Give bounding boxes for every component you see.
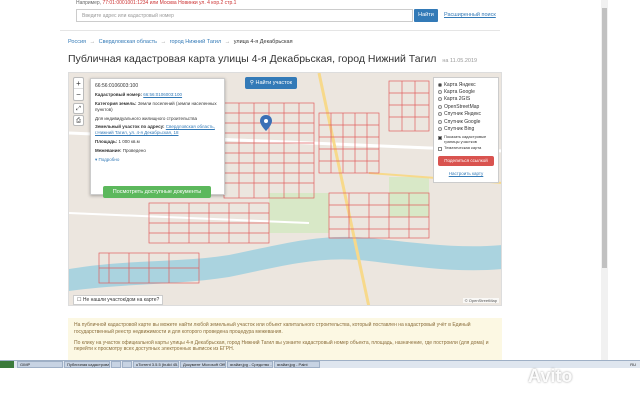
checkbox-icon: ☐ bbox=[77, 297, 82, 303]
layer-option[interactable]: OpenStreetMap bbox=[438, 103, 494, 110]
taskbar-item[interactable]: uTorrent 3.5.5 (build 45... bbox=[133, 361, 179, 368]
page-title: Публичная кадастровая карта улицы 4-я Де… bbox=[68, 53, 477, 65]
example-text: 77:01:0001001:1234 или Москва Новинки ул… bbox=[102, 0, 237, 6]
scrollbar[interactable] bbox=[601, 0, 608, 360]
zoom-in-button[interactable]: + bbox=[74, 78, 83, 89]
search-icon: ⚲ bbox=[249, 80, 254, 86]
show-documents-button[interactable]: Посмотреть доступные документы bbox=[103, 186, 211, 198]
checkbox-checked[interactable] bbox=[438, 135, 442, 140]
radio-icon[interactable] bbox=[438, 90, 442, 95]
layer-option[interactable]: Карта Яндекс bbox=[438, 81, 494, 88]
thematic-map-checkbox[interactable]: Тематическая карта bbox=[438, 145, 494, 152]
taskbar-item[interactable]: Публичная кадастровая... bbox=[64, 361, 110, 368]
radio-icon[interactable] bbox=[438, 104, 442, 109]
not-found-text[interactable]: Не нашли участок/дом на карте? bbox=[83, 297, 159, 303]
address-row: Земельный участок по адресу: Свердловска… bbox=[95, 124, 220, 136]
checkbox-unchecked[interactable] bbox=[438, 147, 442, 152]
radio-icon[interactable] bbox=[438, 112, 442, 117]
parcel-id: 66:56:0106003:100 bbox=[95, 83, 139, 89]
print-icon[interactable]: ⎙ bbox=[73, 115, 84, 126]
find-parcel-label: Найти участок bbox=[255, 80, 293, 86]
layer-option[interactable]: Карта Google bbox=[438, 88, 494, 95]
not-found-box[interactable]: ☐ Не нашли участок/дом на карте? bbox=[73, 295, 164, 305]
zoom-out-button[interactable]: − bbox=[74, 89, 83, 100]
address-label: Земельный участок по адресу: bbox=[95, 124, 165, 130]
cad-value[interactable]: 66:56:0106003:100 bbox=[143, 92, 182, 97]
area-row: Площадь: 1 000 кв.м bbox=[95, 139, 220, 145]
share-link-button[interactable]: Поделиться ссылкой bbox=[438, 156, 494, 167]
page-title-text: Публичная кадастровая карта улицы 4-я Де… bbox=[68, 53, 437, 65]
taskbar-item[interactable] bbox=[122, 361, 132, 368]
area-value: 1 000 кв.м bbox=[118, 139, 140, 145]
layer-option[interactable]: Спутник Bing bbox=[438, 125, 494, 132]
thematic-map-label: Тематическая карта bbox=[444, 145, 482, 151]
radio-icon[interactable] bbox=[438, 127, 442, 132]
details-link-text[interactable]: Подробно bbox=[99, 157, 120, 162]
layer-option[interactable]: Спутник Яндекс bbox=[438, 111, 494, 118]
layers-panel: Карта Яндекс Карта Google Карта 2GIS OpenSt… bbox=[433, 77, 499, 183]
taskbar-item[interactable]: Документ Microsoft Offi... bbox=[180, 361, 226, 368]
cadastral-map[interactable]: + − ⤢ ⎙ 66:56:0106003:100 Кадастровый но… bbox=[68, 72, 502, 306]
radio-icon[interactable] bbox=[438, 97, 442, 102]
survey-row: Межевание: Проведено bbox=[95, 148, 220, 154]
top-strip: Например, 77:01:0001001:1234 или Москва … bbox=[0, 0, 640, 30]
layer-option-label: Карта Яндекс bbox=[444, 81, 476, 88]
layer-option[interactable]: Карта 2GIS bbox=[438, 96, 494, 103]
advanced-search-link[interactable]: Расширенный поиск bbox=[444, 12, 496, 18]
scrollbar-thumb[interactable] bbox=[602, 8, 607, 268]
map-setup-link[interactable]: Настроить карту bbox=[438, 171, 494, 176]
search-example: Например, 77:01:0001001:1234 или Москва … bbox=[76, 0, 236, 6]
layer-option-label: OpenStreetMap bbox=[444, 103, 480, 110]
survey-value: Проведено bbox=[122, 147, 146, 153]
layer-option-label: Карта 2GIS bbox=[444, 96, 471, 103]
radio-icon[interactable] bbox=[438, 119, 442, 124]
taskbar-item[interactable]: ягайат.jpg - Paint bbox=[274, 361, 320, 368]
layer-option[interactable]: Спутник Google bbox=[438, 118, 494, 125]
taskbar-item[interactable]: ягайат.jpg - Средство ... bbox=[227, 361, 273, 368]
cadastral-borders-label: Показать кадастровые границы участков bbox=[444, 133, 487, 144]
layer-options: Карта Яндекс Карта Google Карта 2GIS OpenSt… bbox=[438, 81, 494, 133]
category-row: Категория земель: Земли поселений (земли… bbox=[95, 101, 220, 113]
taskbar-item[interactable]: GIMP bbox=[17, 361, 63, 368]
breadcrumb: Россия → Свердловская область → город Ни… bbox=[68, 39, 293, 45]
divider bbox=[60, 30, 500, 31]
watermark: Avito bbox=[528, 366, 573, 386]
fullscreen-icon[interactable]: ⤢ bbox=[73, 103, 84, 114]
map-attribution: © OpenStreetMap bbox=[462, 298, 499, 303]
layer-option-label: Спутник Google bbox=[444, 118, 481, 125]
taskbar-item[interactable] bbox=[111, 361, 121, 368]
search-input[interactable]: Введите адрес или кадастровый номер bbox=[76, 9, 413, 22]
start-button[interactable] bbox=[0, 361, 14, 368]
layer-option-label: Спутник Bing bbox=[444, 126, 475, 133]
breadcrumb-separator: → bbox=[89, 39, 96, 45]
layer-option-label: Спутник Яндекс bbox=[444, 111, 482, 118]
category-label: Категория земель: bbox=[95, 100, 137, 106]
breadcrumb-separator: → bbox=[160, 39, 167, 45]
info-box: На публичной кадастровой карте вы можете… bbox=[68, 318, 502, 360]
layer-option-label: Карта Google bbox=[444, 89, 475, 96]
info-paragraph-1: На публичной кадастровой карте вы можете… bbox=[74, 322, 471, 335]
parcel-popup: 66:56:0106003:100 Кадастровый номер: 66:… bbox=[90, 78, 225, 198]
breadcrumb-item-region[interactable]: Свердловская область bbox=[99, 39, 157, 45]
info-paragraph-2: По клику на участок официальной карты ул… bbox=[74, 339, 489, 353]
zoom-control: + − bbox=[73, 77, 84, 101]
breadcrumb-current: улица 4-я Декабрьская bbox=[233, 39, 293, 45]
cad-row: Кадастровый номер: 66:56:0106003:100 bbox=[95, 92, 220, 98]
cadastral-borders-checkbox[interactable]: Показать кадастровые границы участков bbox=[438, 133, 494, 145]
details-link[interactable]: ▾ Подробно bbox=[95, 157, 220, 163]
page-title-date: на 11.05.2019 bbox=[442, 58, 478, 64]
breadcrumb-item-russia[interactable]: Россия bbox=[68, 39, 86, 45]
breadcrumb-separator: → bbox=[224, 39, 231, 45]
breadcrumb-item-city[interactable]: город Нижний Тагил bbox=[170, 39, 222, 45]
use-value: Для индивидуального жилищного строительс… bbox=[95, 115, 197, 121]
survey-label: Межевание: bbox=[95, 147, 122, 153]
find-parcel-button[interactable]: ⚲ Найти участок bbox=[245, 77, 297, 89]
cad-label: Кадастровый номер: bbox=[95, 92, 142, 97]
radio-icon[interactable] bbox=[438, 82, 442, 87]
system-tray-language[interactable]: RU bbox=[630, 362, 640, 367]
example-prefix: Например, bbox=[76, 0, 102, 6]
area-label: Площадь: bbox=[95, 139, 118, 145]
search-button[interactable]: Найти bbox=[414, 9, 438, 22]
